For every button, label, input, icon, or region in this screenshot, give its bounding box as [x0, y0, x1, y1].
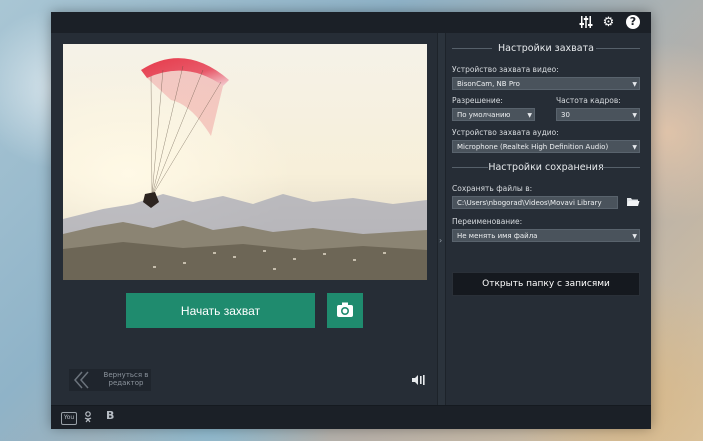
gear-icon[interactable]: ⚙	[601, 15, 616, 30]
save-path-field[interactable]: C:\Users\nbogorad\Videos\Movavi Library	[452, 196, 618, 209]
folder-icon[interactable]	[626, 196, 640, 208]
open-recordings-folder-button[interactable]: Открыть папку с записями	[452, 272, 640, 296]
save-to-label: Сохранять файлы в:	[452, 184, 533, 193]
capture-window: ⚙ ? Начать захват Вернуться в редактор ›…	[51, 12, 651, 429]
camera-preview	[63, 44, 427, 280]
settings-panel: Настройки захвата Устройство захвата вид…	[446, 33, 651, 405]
framerate-select[interactable]: 30 ▼	[556, 108, 640, 121]
rename-select[interactable]: Не менять имя файла ▼	[452, 229, 640, 242]
title-bar: ⚙ ?	[51, 12, 651, 33]
odnoklassniki-icon[interactable]	[83, 411, 93, 427]
back-to-editor-label: Вернуться в редактор	[103, 371, 149, 387]
section-divider	[596, 48, 640, 49]
double-chevron-left-icon	[74, 371, 89, 389]
snapshot-button[interactable]	[327, 293, 363, 328]
save-path-value: C:\Users\nbogorad\Videos\Movavi Library	[457, 199, 602, 207]
audio-device-value: Microphone (Realtek High Definition Audi…	[457, 143, 609, 151]
dropdown-arrow-icon: ▼	[632, 233, 637, 240]
vk-icon[interactable]: В	[106, 410, 114, 422]
panel-divider[interactable]: ›	[437, 33, 446, 405]
dropdown-arrow-icon: ▼	[632, 81, 637, 88]
video-device-label: Устройство захвата видео:	[452, 65, 559, 74]
start-capture-button[interactable]: Начать захват	[126, 293, 315, 328]
resolution-value: По умолчанию	[457, 111, 511, 119]
audio-device-label: Устройство захвата аудио:	[452, 128, 559, 137]
equalizer-icon[interactable]	[578, 15, 593, 30]
youtube-icon-text: You	[63, 414, 75, 421]
dropdown-arrow-icon: ▼	[632, 144, 637, 151]
section-divider	[602, 167, 640, 168]
rename-label: Переименование:	[452, 217, 523, 226]
framerate-label: Частота кадров:	[556, 96, 621, 105]
rename-value: Не менять имя файла	[457, 232, 538, 240]
back-to-editor-button[interactable]: Вернуться в редактор	[69, 369, 151, 391]
youtube-icon[interactable]: You	[61, 412, 77, 425]
framerate-value: 30	[561, 111, 570, 119]
video-device-select[interactable]: BisonCam, NB Pro ▼	[452, 77, 640, 90]
dropdown-arrow-icon: ▼	[632, 112, 637, 119]
video-device-value: BisonCam, NB Pro	[457, 80, 520, 88]
microphone-level-icon[interactable]	[411, 374, 427, 386]
collapse-arrow-icon[interactable]: ›	[439, 236, 442, 245]
resolution-select[interactable]: По умолчанию ▼	[452, 108, 535, 121]
bottom-bar: You В	[51, 405, 651, 429]
resolution-label: Разрешение:	[452, 96, 503, 105]
dropdown-arrow-icon: ▼	[527, 112, 532, 119]
camera-icon	[337, 302, 353, 317]
audio-device-select[interactable]: Microphone (Realtek High Definition Audi…	[452, 140, 640, 153]
help-icon[interactable]: ?	[626, 15, 640, 29]
